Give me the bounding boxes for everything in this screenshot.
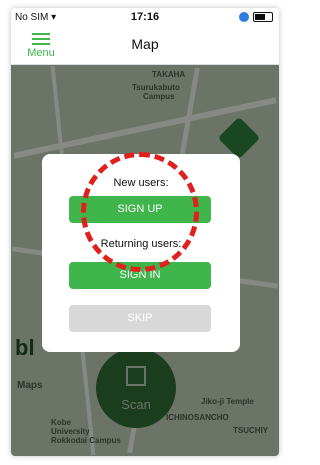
battery-icon xyxy=(253,12,273,22)
phone-screen: No SIM ▾ 17:16 Menu Map TAKAHA Tsurukabu… xyxy=(11,8,279,456)
navigation-bar: Menu Map xyxy=(11,28,279,65)
location-icon xyxy=(239,12,249,22)
status-right xyxy=(239,12,273,22)
status-bar: No SIM ▾ 17:16 xyxy=(11,8,279,28)
highlight-circle xyxy=(81,152,199,272)
skip-button[interactable]: SKIP xyxy=(69,305,211,332)
page-title: Map xyxy=(131,36,159,52)
